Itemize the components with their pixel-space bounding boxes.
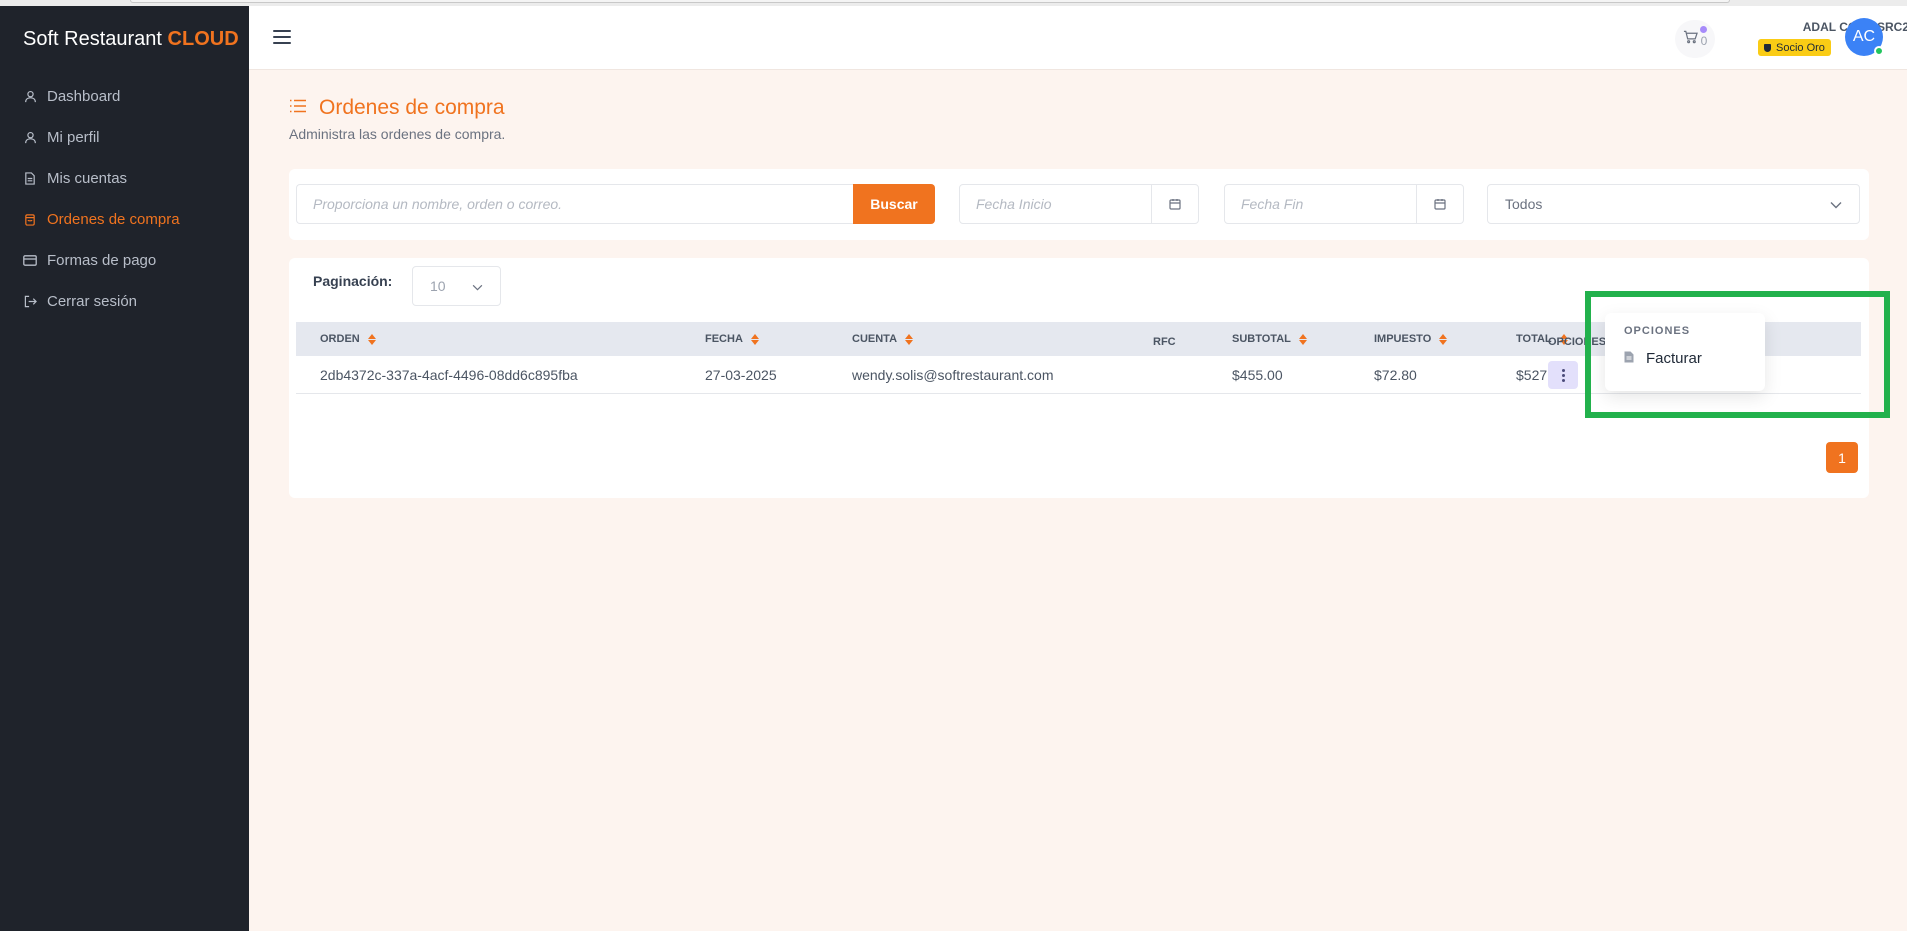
sidebar-item-dashboard[interactable]: Dashboard bbox=[23, 84, 120, 108]
options-menu-header: OPCIONES bbox=[1624, 325, 1691, 337]
row-options-icon[interactable] bbox=[1548, 361, 1578, 389]
invoice-icon bbox=[1624, 350, 1634, 367]
bag-icon bbox=[23, 212, 37, 226]
column-header-label: RFC bbox=[1153, 336, 1176, 348]
logout-icon bbox=[23, 294, 37, 308]
column-header-opciones: OPCIONES bbox=[1548, 325, 1606, 359]
user-icon bbox=[23, 130, 37, 144]
column-header-rfc: RFC bbox=[1153, 325, 1176, 359]
cell-impuesto: $72.80 bbox=[1374, 367, 1417, 383]
calendar-icon[interactable] bbox=[1151, 185, 1198, 223]
menu-toggle-icon[interactable] bbox=[273, 30, 291, 46]
sidebar-item-label: Ordenes de compra bbox=[47, 210, 180, 228]
column-header-subtotal[interactable]: SUBTOTAL bbox=[1232, 322, 1307, 356]
status-filter-value: Todos bbox=[1505, 196, 1543, 212]
options-dropdown-menu: OPCIONES Facturar bbox=[1605, 313, 1765, 391]
start-date-placeholder: Fecha Inicio bbox=[976, 196, 1052, 212]
column-header-cuenta[interactable]: CUENTA bbox=[852, 322, 914, 356]
column-header-label: FECHA bbox=[705, 333, 743, 345]
column-header-fecha[interactable]: FECHA bbox=[705, 322, 759, 356]
sort-icon[interactable] bbox=[1298, 333, 1307, 345]
chevron-down-icon bbox=[472, 278, 483, 294]
cell-orden: 2db4372c-337a-4acf-4496-08dd6c895fba bbox=[320, 367, 578, 383]
credit-card-icon bbox=[23, 253, 37, 267]
sort-icon[interactable] bbox=[1439, 333, 1448, 345]
brand-logo[interactable]: Soft Restaurant CLOUD bbox=[23, 28, 239, 51]
cart-icon bbox=[1683, 30, 1698, 49]
page-subtitle: Administra las ordenes de compra. bbox=[289, 126, 506, 142]
column-header-label: TOTAL bbox=[1516, 333, 1552, 345]
sidebar-item-label: Cerrar sesión bbox=[47, 292, 138, 310]
document-icon bbox=[23, 171, 37, 185]
sort-icon[interactable] bbox=[905, 333, 914, 345]
membership-badge: Socio Oro bbox=[1758, 39, 1831, 56]
calendar-icon[interactable] bbox=[1416, 185, 1463, 223]
browser-tab-edge bbox=[130, 0, 1730, 3]
cart-count: 0 bbox=[1700, 34, 1708, 48]
column-header-label: CUENTA bbox=[852, 333, 898, 345]
page-heading: Ordenes de compra bbox=[289, 96, 505, 120]
end-date-placeholder: Fecha Fin bbox=[1241, 196, 1304, 212]
pagination-label: Paginación: bbox=[313, 273, 393, 289]
sidebar-item-label: Dashboard bbox=[47, 87, 121, 105]
pagination-page-1[interactable]: 1 bbox=[1826, 442, 1858, 473]
sidebar-item-mi-perfil[interactable]: Mi perfil bbox=[23, 125, 100, 149]
column-header-label: IMPUESTO bbox=[1374, 333, 1432, 345]
page-size-value: 10 bbox=[430, 278, 446, 294]
chevron-down-icon bbox=[1830, 196, 1842, 212]
search-button[interactable]: Buscar bbox=[853, 184, 935, 224]
avatar[interactable]: AC bbox=[1845, 18, 1884, 56]
page-size-select[interactable]: 10 bbox=[412, 266, 501, 306]
sort-icon[interactable] bbox=[750, 333, 759, 345]
column-header-orden[interactable]: ORDEN bbox=[320, 322, 376, 356]
shield-icon bbox=[1764, 43, 1771, 52]
status-filter-select[interactable]: Todos bbox=[1487, 184, 1860, 224]
menu-item-facturar[interactable]: Facturar bbox=[1624, 348, 1702, 368]
cell-fecha: 27-03-2025 bbox=[705, 367, 777, 383]
start-date-field[interactable]: Fecha Inicio bbox=[959, 184, 1199, 224]
sidebar-item-label: Mi perfil bbox=[47, 128, 100, 146]
top-header: 0 ADAL COOL SRC2 Socio Oro AC bbox=[249, 6, 1907, 70]
user-icon bbox=[23, 89, 37, 103]
brand-name: Soft Restaurant bbox=[23, 28, 162, 50]
sidebar-item-label: Formas de pago bbox=[47, 251, 157, 269]
sidebar-item-cerrar-sesion[interactable]: Cerrar sesión bbox=[23, 289, 137, 313]
main-content: Ordenes de compra Administra las ordenes… bbox=[249, 70, 1907, 931]
sidebar-item-ordenes-de-compra[interactable]: Ordenes de compra bbox=[23, 207, 180, 231]
column-header-label: OPCIONES bbox=[1548, 336, 1607, 348]
avatar-initials: AC bbox=[1852, 28, 1876, 45]
sidebar-item-formas-de-pago[interactable]: Formas de pago bbox=[23, 248, 156, 272]
sort-icon[interactable] bbox=[367, 333, 376, 345]
cell-cuenta: wendy.solis@softrestaurant.com bbox=[852, 367, 1054, 383]
column-header-label: ORDEN bbox=[320, 333, 360, 345]
cart-button[interactable]: 0 bbox=[1675, 20, 1715, 58]
sidebar: Soft Restaurant CLOUD Dashboard Mi perfi… bbox=[0, 6, 249, 931]
search-input[interactable] bbox=[296, 184, 854, 224]
end-date-field[interactable]: Fecha Fin bbox=[1224, 184, 1464, 224]
sidebar-item-label: Mis cuentas bbox=[47, 169, 128, 187]
list-icon bbox=[289, 99, 307, 118]
filter-bar: Buscar Fecha Inicio Fecha Fin Todos bbox=[289, 169, 1869, 240]
page-title: Ordenes de compra bbox=[319, 96, 505, 119]
column-header-impuesto[interactable]: IMPUESTO bbox=[1374, 322, 1448, 356]
brand-suffix: CLOUD bbox=[167, 28, 239, 50]
cell-subtotal: $455.00 bbox=[1232, 367, 1283, 383]
membership-label: Socio Oro bbox=[1776, 41, 1825, 54]
column-header-label: SUBTOTAL bbox=[1232, 333, 1291, 345]
notification-dot bbox=[1700, 26, 1707, 33]
online-status-dot bbox=[1874, 46, 1884, 56]
sidebar-item-mis-cuentas[interactable]: Mis cuentas bbox=[23, 166, 127, 190]
menu-item-label: Facturar bbox=[1646, 349, 1702, 367]
